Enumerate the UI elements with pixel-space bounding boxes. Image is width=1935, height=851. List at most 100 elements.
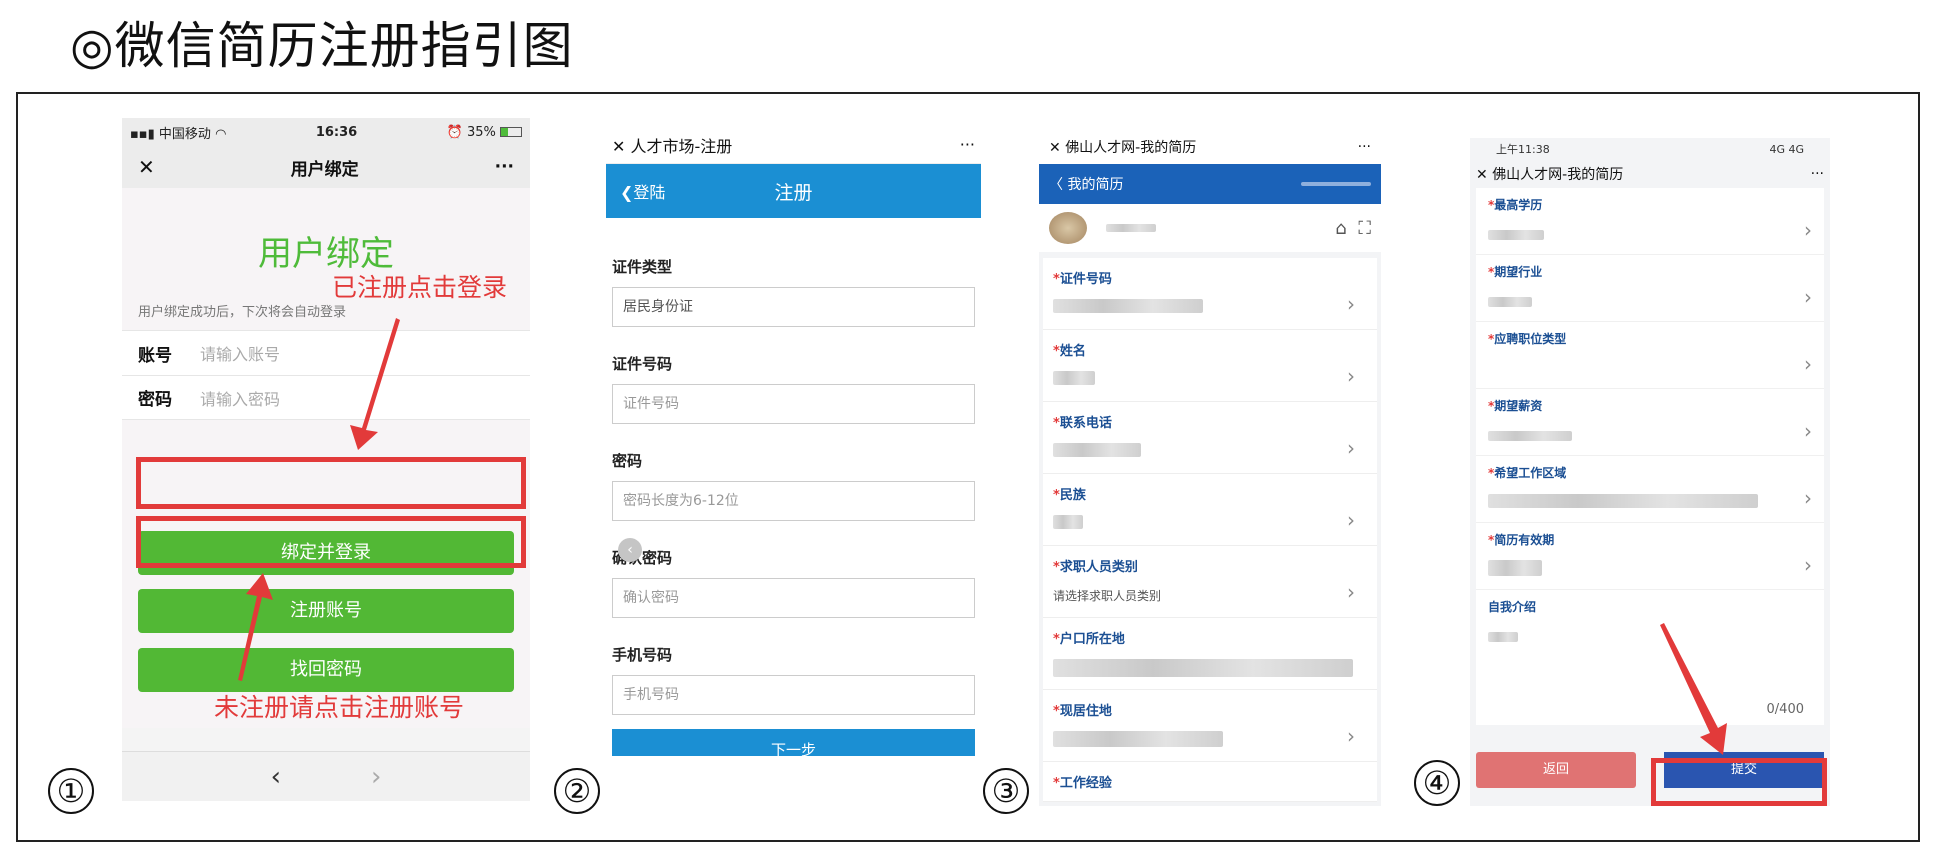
id-type-label: 证件类型 bbox=[612, 258, 673, 276]
annotation-registered: 已注册点击登录 bbox=[332, 273, 508, 302]
blurred-value bbox=[1488, 494, 1758, 508]
phone-input[interactable]: 手机号码 bbox=[612, 675, 975, 715]
resume-item-education[interactable]: *最高学历 › bbox=[1476, 188, 1824, 255]
resume-item-work-experience[interactable]: *工作经验 bbox=[1043, 762, 1377, 802]
item-label: 证件号码 bbox=[1059, 272, 1112, 287]
self-intro-field[interactable]: 自我介绍 0/400 bbox=[1476, 590, 1824, 725]
status-bar: 上午11:38 4G 4G bbox=[1470, 138, 1830, 160]
more-icon[interactable]: ··· bbox=[495, 157, 514, 177]
id-number-label: 证件号码 bbox=[612, 355, 673, 373]
resume-item-id-number[interactable]: *证件号码 › bbox=[1043, 258, 1377, 330]
blurred-value bbox=[1053, 371, 1095, 385]
highlight-register bbox=[136, 516, 526, 568]
wifi-icon: ◠ bbox=[215, 126, 227, 142]
register-button[interactable]: 注册账号 bbox=[138, 589, 514, 633]
nav-bar: ✕ 用户绑定 ··· bbox=[122, 146, 530, 188]
highlight-submit bbox=[1651, 758, 1827, 806]
blurred-value bbox=[1488, 632, 1518, 642]
blurred-value bbox=[1053, 299, 1203, 313]
browser-bottom-bar: ‹ › bbox=[122, 751, 530, 801]
profile-icons: ⌂ ⛶ bbox=[1335, 218, 1371, 239]
resume-item-expected-salary[interactable]: *期望薪资 › bbox=[1476, 389, 1824, 456]
more-icon[interactable]: ··· bbox=[960, 135, 975, 154]
item-label: 最高学历 bbox=[1494, 198, 1543, 212]
chevron-right-icon: › bbox=[1804, 218, 1812, 242]
fullscreen-icon[interactable]: ⛶ bbox=[1358, 218, 1371, 239]
confirm-password-label: 确认密码 bbox=[612, 549, 673, 567]
close-icon[interactable]: ✕ bbox=[1049, 140, 1061, 156]
chevron-right-icon: › bbox=[1804, 352, 1812, 376]
resume-item-work-area[interactable]: *希望工作区域 › bbox=[1476, 456, 1824, 523]
resume-title-group: ✕ 佛山人才网-我的简历 bbox=[1476, 164, 1623, 184]
resume-items: *证件号码 › *姓名 › *联系电话 › *民族 › *求职人员类别 请选择求… bbox=[1039, 258, 1381, 802]
chevron-right-icon: › bbox=[1804, 419, 1812, 443]
screen-my-resume: ✕ 佛山人才网-我的简历 ··· 〈 我的简历 ⌂ ⛶ *证件号码 › *姓名 … bbox=[1039, 130, 1381, 806]
confirm-password-input[interactable]: 确认密码 bbox=[612, 578, 975, 618]
id-number-input[interactable]: 证件号码 bbox=[612, 384, 975, 424]
signal-icon: ▪▪▮ bbox=[130, 126, 155, 142]
password-field[interactable]: 密码 请输入密码 bbox=[122, 375, 530, 420]
blurred-header-text bbox=[1301, 182, 1371, 186]
next-step-button[interactable]: 下一步 bbox=[612, 729, 975, 756]
register-form: 证件类型 居民身份证 证件号码 证件号码 密码 密码长度为6-12位 确认密码 … bbox=[606, 218, 981, 756]
carrier-label: ▪▪▮ 中国移动 ◠ bbox=[130, 123, 226, 142]
battery-text: 35% bbox=[466, 124, 496, 140]
required-mark: * bbox=[1053, 488, 1060, 503]
password-input[interactable]: 密码长度为6-12位 bbox=[612, 481, 975, 521]
back-to-resume-link[interactable]: 〈 我的简历 bbox=[1049, 174, 1123, 194]
register-window-title: 人才市场-注册 bbox=[630, 136, 733, 156]
item-label: 姓名 bbox=[1059, 344, 1086, 359]
account-field[interactable]: 账号 请输入账号 bbox=[122, 330, 530, 375]
profile-row: ⌂ ⛶ bbox=[1039, 204, 1381, 252]
account-input[interactable]: 请输入账号 bbox=[200, 341, 280, 365]
status-time: 16:36 bbox=[315, 124, 358, 140]
resume-item-name[interactable]: *姓名 › bbox=[1043, 330, 1377, 402]
resume-form-card: *最高学历 › *期望行业 › *应聘职位类型 › *期望薪资 › *希望工作区… bbox=[1476, 188, 1824, 725]
required-mark: * bbox=[1053, 344, 1060, 359]
chevron-right-icon: › bbox=[1804, 285, 1812, 309]
register-top-bar: ✕ 人才市场-注册 ··· bbox=[606, 126, 981, 164]
forward-icon[interactable]: › bbox=[371, 762, 381, 792]
resume-item-expected-industry[interactable]: *期望行业 › bbox=[1476, 255, 1824, 322]
close-icon[interactable]: ✕ bbox=[1476, 167, 1488, 183]
highlight-bind-login bbox=[136, 457, 526, 509]
item-label: 民族 bbox=[1059, 488, 1086, 503]
floating-back-icon[interactable]: ‹ bbox=[618, 538, 642, 562]
resume-item-validity[interactable]: *简历有效期 › bbox=[1476, 523, 1824, 590]
step-number-4: ④ bbox=[1414, 760, 1460, 806]
required-mark: * bbox=[1053, 416, 1060, 431]
home-icon[interactable]: ⌂ bbox=[1335, 218, 1346, 239]
item-value: 请选择求职人员类别 bbox=[1053, 589, 1162, 603]
password-label: 密码 bbox=[612, 452, 643, 470]
resume-item-household-location[interactable]: *户口所在地 bbox=[1043, 618, 1377, 690]
resume-window-title: 佛山人才网-我的简历 bbox=[1065, 140, 1197, 156]
item-label: 户口所在地 bbox=[1059, 632, 1125, 647]
more-icon[interactable]: ··· bbox=[1811, 166, 1824, 182]
close-icon[interactable]: ✕ bbox=[138, 155, 155, 179]
item-label: 联系电话 bbox=[1059, 416, 1112, 431]
item-label: 期望薪资 bbox=[1494, 399, 1543, 413]
resume-item-current-residence[interactable]: *现居住地 › bbox=[1043, 690, 1377, 762]
page-title: ◎微信简历注册指引图 bbox=[70, 17, 574, 75]
id-type-select[interactable]: 居民身份证 bbox=[612, 287, 975, 327]
alarm-icon: ⏰ bbox=[446, 124, 463, 140]
back-to-login-link[interactable]: ❮登陆 bbox=[620, 179, 665, 203]
resume-item-job-seeker-type[interactable]: *求职人员类别 请选择求职人员类别 › bbox=[1043, 546, 1377, 618]
recover-password-button[interactable]: 找回密码 bbox=[138, 648, 514, 692]
status-bar: ▪▪▮ 中国移动 ◠ 16:36 ⏰ 35% bbox=[122, 118, 530, 146]
self-intro-label: 自我介绍 bbox=[1488, 600, 1537, 614]
more-icon[interactable]: ··· bbox=[1358, 139, 1371, 155]
resume-item-phone[interactable]: *联系电话 › bbox=[1043, 402, 1377, 474]
back-button[interactable]: 返回 bbox=[1476, 752, 1636, 788]
chevron-right-icon: › bbox=[1804, 486, 1812, 510]
password-input[interactable]: 请输入密码 bbox=[200, 386, 280, 410]
screen-resume-submit: 上午11:38 4G 4G ✕ 佛山人才网-我的简历 ··· *最高学历 › *… bbox=[1470, 138, 1830, 806]
resume-item-ethnicity[interactable]: *民族 › bbox=[1043, 474, 1377, 546]
item-label: 应聘职位类型 bbox=[1494, 332, 1567, 346]
close-icon[interactable]: ✕ bbox=[612, 137, 625, 156]
resume-item-position-type[interactable]: *应聘职位类型 › bbox=[1476, 322, 1824, 389]
resume-top-bar: ✕ 佛山人才网-我的简历 ··· bbox=[1470, 160, 1830, 188]
item-label: 求职人员类别 bbox=[1059, 560, 1138, 575]
status-time: 上午11:38 bbox=[1496, 143, 1550, 156]
back-icon[interactable]: ‹ bbox=[271, 762, 281, 792]
